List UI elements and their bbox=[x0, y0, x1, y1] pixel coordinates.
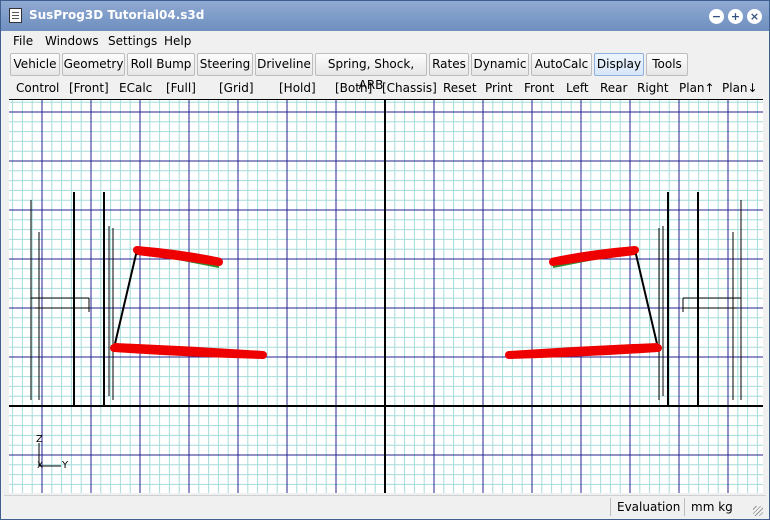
minimize-icon[interactable]: − bbox=[709, 9, 724, 24]
document-icon bbox=[9, 8, 22, 23]
tab-vehicle[interactable]: Vehicle bbox=[10, 53, 60, 76]
window-title: SusProg3D Tutorial04.s3d bbox=[29, 8, 205, 22]
tab-tools[interactable]: Tools bbox=[646, 53, 688, 76]
status-mode: Evaluation bbox=[610, 498, 684, 516]
close-icon[interactable]: × bbox=[747, 9, 762, 24]
cmd-view-front[interactable]: Front bbox=[524, 81, 554, 95]
cmd-control[interactable]: Control bbox=[16, 81, 59, 95]
cmd-plan-down[interactable]: Plan↓ bbox=[722, 81, 758, 95]
tab-spring-shock-arb[interactable]: Spring, Shock, ARB bbox=[315, 53, 427, 92]
tab-steering[interactable]: Steering bbox=[197, 53, 253, 76]
cmd-view-rear[interactable]: Rear bbox=[600, 81, 627, 95]
status-bar: Evaluation mm kg bbox=[4, 495, 766, 518]
cmd-reset[interactable]: Reset bbox=[443, 81, 477, 95]
tab-dynamic[interactable]: Dynamic bbox=[471, 53, 529, 76]
cmd-both[interactable]: [Both] bbox=[335, 81, 372, 95]
right-side-structure bbox=[634, 192, 742, 406]
tab-roll-bump[interactable]: Roll Bump bbox=[127, 53, 195, 76]
cmd-view-right[interactable]: Right bbox=[637, 81, 669, 95]
menu-settings[interactable]: Settings bbox=[108, 34, 157, 48]
menu-help[interactable]: Help bbox=[164, 34, 191, 48]
tab-autocalc[interactable]: AutoCalc bbox=[531, 53, 592, 76]
cmd-view-left[interactable]: Left bbox=[566, 81, 589, 95]
resize-grip-icon[interactable] bbox=[753, 506, 763, 516]
menu-file[interactable]: File bbox=[13, 34, 33, 48]
display-command-bar: Control [Front] ECalc [Full] [Grid] [Hol… bbox=[4, 78, 766, 98]
viewport-canvas[interactable]: Z X Y bbox=[9, 100, 763, 493]
cmd-front-toggle[interactable]: [Front] bbox=[69, 81, 109, 95]
cmd-chassis[interactable]: [Chassis] bbox=[382, 81, 437, 95]
left-side-structure bbox=[30, 192, 138, 406]
cmd-plan-up[interactable]: Plan↑ bbox=[679, 81, 715, 95]
status-units: mm kg bbox=[684, 498, 750, 516]
cmd-ecalc[interactable]: ECalc bbox=[119, 81, 152, 95]
menu-bar: File Windows Settings Help bbox=[4, 32, 766, 52]
axis-triad: Z X Y bbox=[36, 434, 69, 471]
cmd-hold[interactable]: [Hold] bbox=[279, 81, 316, 95]
tab-display[interactable]: Display bbox=[594, 53, 644, 76]
toolbar-tabs: Vehicle Geometry Roll Bump Steering Driv… bbox=[4, 53, 766, 92]
tab-rates[interactable]: Rates bbox=[429, 53, 469, 76]
axis-label-z: Z bbox=[36, 434, 43, 445]
axis-label-x: X bbox=[37, 461, 43, 471]
app-window: SusProg3D Tutorial04.s3d − + × File Wind… bbox=[0, 0, 770, 520]
menu-windows[interactable]: Windows bbox=[45, 34, 99, 48]
tab-driveline[interactable]: Driveline bbox=[255, 53, 313, 76]
cmd-print[interactable]: Print bbox=[485, 81, 513, 95]
cmd-full[interactable]: [Full] bbox=[166, 81, 196, 95]
axis-label-y: Y bbox=[61, 460, 69, 471]
tab-geometry[interactable]: Geometry bbox=[62, 53, 125, 76]
title-bar[interactable]: SusProg3D Tutorial04.s3d − + × bbox=[1, 1, 769, 31]
suspension-3d-viewport[interactable]: Z X Y bbox=[9, 99, 763, 493]
cmd-grid[interactable]: [Grid] bbox=[219, 81, 254, 95]
maximize-icon[interactable]: + bbox=[728, 9, 743, 24]
